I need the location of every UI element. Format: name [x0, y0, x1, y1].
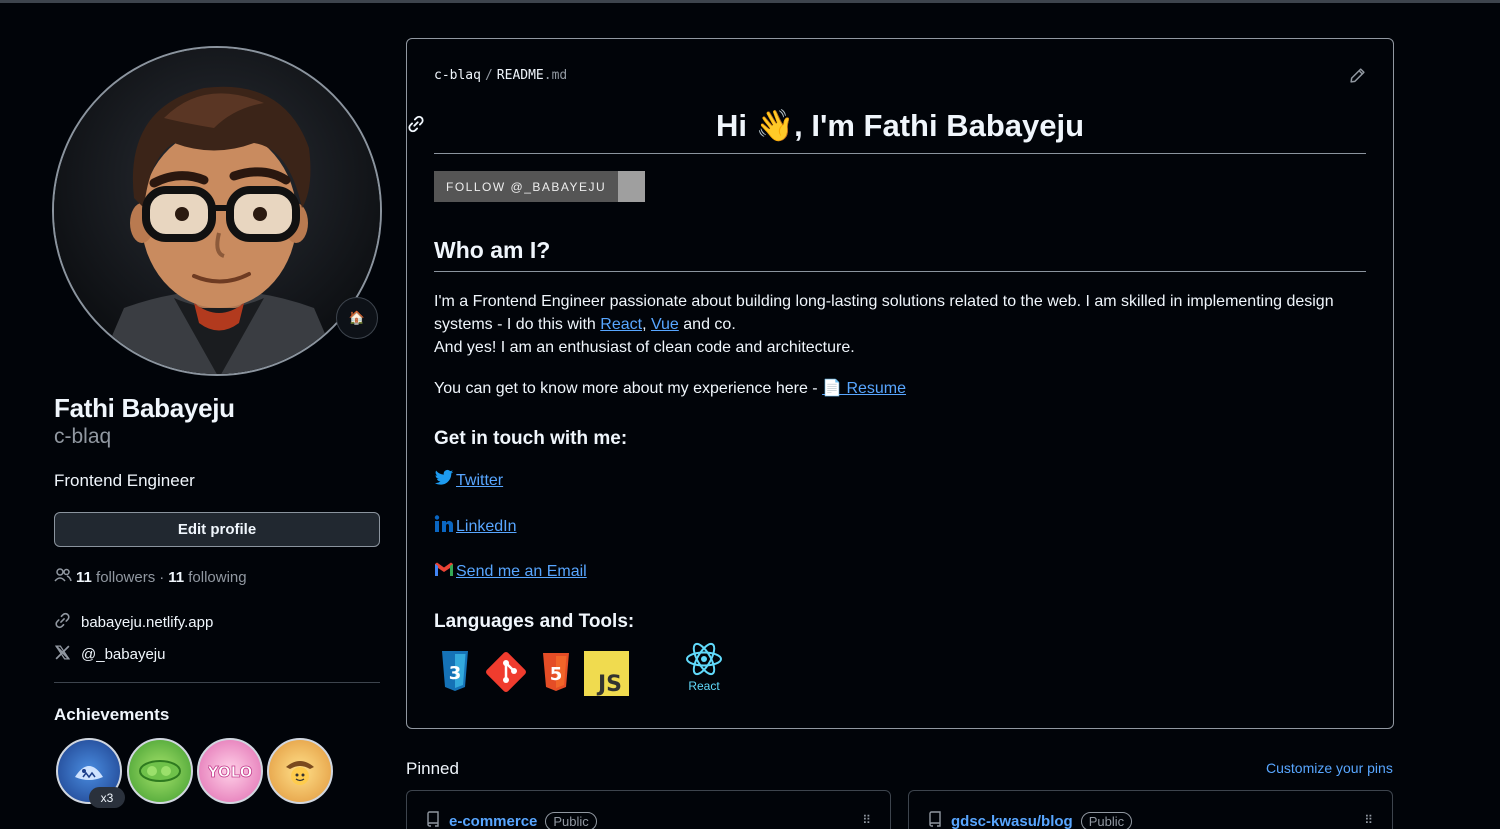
follow-badge-label: FOLLOW @_BABAYEJU	[434, 171, 619, 202]
visibility-badge: Public	[1080, 812, 1133, 829]
readme-path: c-blaq / README.md	[434, 68, 567, 83]
pinned-title: Pinned	[406, 759, 459, 778]
readme-path-owner[interactable]: c-blaq	[434, 68, 481, 83]
resume-link[interactable]: 📄 Resume	[822, 380, 906, 397]
drag-handle-icon[interactable]: ⠿	[1364, 813, 1373, 827]
follow-twitter-badge[interactable]: FOLLOW @_BABAYEJU	[434, 171, 646, 202]
avatar[interactable]	[52, 46, 382, 376]
visibility-badge: Public	[545, 812, 597, 829]
customize-pins-link[interactable]: Customize your pins	[1266, 760, 1393, 776]
edit-pencil-icon[interactable]	[1349, 67, 1366, 89]
pinned-repo-name[interactable]: gdsc-kwasu/blog	[951, 813, 1073, 829]
x-logo-icon	[54, 644, 71, 665]
html5-icon[interactable]: 5	[540, 649, 572, 698]
linkedin-link[interactable]: LinkedIn	[456, 518, 517, 536]
svg-text:3: 3	[449, 663, 462, 684]
repo-icon	[927, 811, 943, 829]
svg-text:JS: JS	[596, 672, 622, 696]
sidebar-divider	[54, 682, 380, 683]
heading-anchor-link-icon[interactable]	[407, 115, 425, 138]
profile-bio: Frontend Engineer	[54, 471, 195, 490]
website-row: babayeju.netlify.app	[54, 612, 213, 633]
twitter-row: Twitter	[434, 469, 503, 492]
follow-stats: 11 followers · 11 following	[54, 567, 247, 587]
pinned-repo-name[interactable]: e-commerce	[449, 813, 537, 829]
edit-profile-button[interactable]: Edit profile	[54, 512, 380, 547]
linkedin-icon	[434, 515, 454, 538]
readme-title: Hi 👋, I'm Fathi Babayeju	[715, 108, 1085, 143]
top-border	[0, 0, 1500, 3]
readme-path-slash: /	[484, 68, 493, 83]
pinned-repo-header: gdsc-kwasu/blog Public	[927, 811, 1133, 829]
react-caption: React	[688, 679, 720, 693]
pinned-repo-header: e-commerce Public	[425, 811, 597, 829]
followers-link[interactable]: 11 followers	[76, 569, 155, 586]
svg-text:YOLO: YOLO	[208, 763, 252, 781]
email-link[interactable]: Send me an Email	[456, 563, 587, 581]
avatar-illustration	[54, 48, 380, 374]
achievements-title: Achievements	[54, 705, 170, 724]
link-icon	[54, 612, 71, 633]
svg-text:5: 5	[550, 664, 563, 685]
repo-icon	[425, 811, 441, 829]
resume-paragraph: You can get to know more about my experi…	[434, 380, 907, 397]
achievement-yolo-icon[interactable]: YOLO	[197, 738, 263, 804]
drag-handle-icon[interactable]: ⠿	[862, 813, 871, 827]
achievement-pair-icon[interactable]	[127, 738, 193, 804]
x-handle-link[interactable]: @_babayeju	[81, 646, 165, 663]
vue-link[interactable]: Vue	[651, 316, 679, 333]
css3-icon[interactable]: 3	[439, 649, 471, 698]
gmail-icon	[434, 561, 454, 582]
who-divider	[434, 271, 1366, 272]
react-icon[interactable]: React	[679, 641, 729, 693]
javascript-icon[interactable]: JS	[584, 651, 629, 701]
react-link[interactable]: React	[600, 316, 642, 333]
profile-full-name: Fathi Babayeju	[54, 393, 235, 423]
pinned-repo-card[interactable]: e-commerce Public ⠿	[406, 790, 891, 829]
achievement-quickdraw-icon[interactable]	[267, 738, 333, 804]
home-icon: 🏠	[348, 310, 366, 325]
people-icon	[54, 567, 72, 587]
readme-card: c-blaq / README.md Hi 👋, I'm Fathi Babay…	[406, 38, 1394, 729]
title-divider	[434, 153, 1366, 154]
x-handle-row: @_babayeju	[54, 644, 165, 665]
follow-badge-count	[618, 171, 646, 202]
readme-path-ext: .md	[543, 68, 568, 83]
linkedin-row: LinkedIn	[434, 515, 517, 538]
pinned-repo-card[interactable]: gdsc-kwasu/blog Public ⠿	[908, 790, 1393, 829]
twitter-icon	[434, 469, 454, 492]
following-link[interactable]: 11 following	[168, 569, 246, 586]
avatar-container: 🏠	[52, 46, 382, 376]
languages-tools-heading: Languages and Tools:	[434, 611, 635, 632]
achievement-count-badge: x3	[89, 787, 125, 808]
who-am-i-heading: Who am I?	[434, 237, 551, 263]
intro-paragraph: I'm a Frontend Engineer passionate about…	[434, 293, 1334, 356]
document-icon: 📄	[822, 380, 842, 397]
twitter-link[interactable]: Twitter	[456, 472, 503, 490]
email-row: Send me an Email	[434, 561, 587, 582]
profile-username: c-blaq	[54, 425, 112, 448]
status-button[interactable]: 🏠	[336, 297, 378, 339]
get-in-touch-heading: Get in touch with me:	[434, 428, 628, 449]
git-icon[interactable]	[483, 649, 529, 700]
stats-separator: ·	[159, 568, 165, 586]
readme-path-file: README	[496, 68, 544, 83]
website-link[interactable]: babayeju.netlify.app	[81, 614, 213, 631]
